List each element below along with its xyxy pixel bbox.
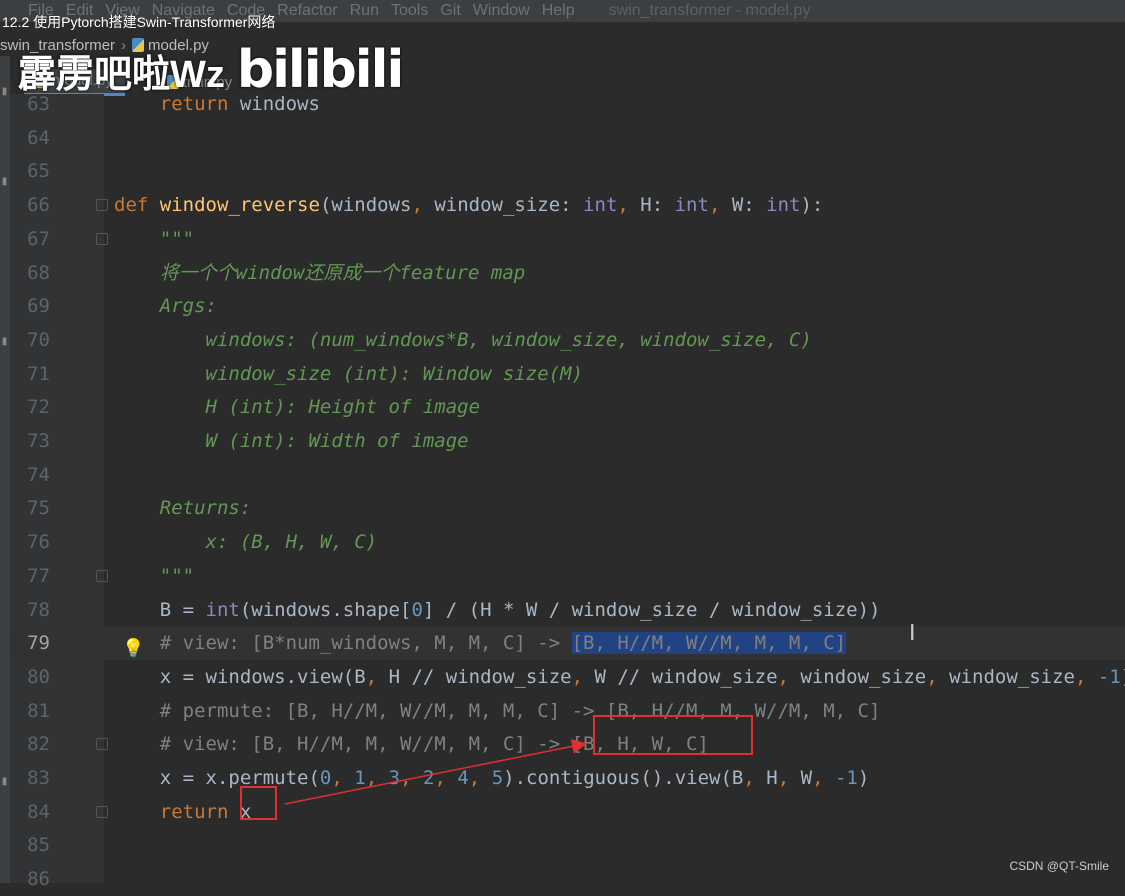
- text-cursor-icon: Ⅰ: [909, 621, 916, 646]
- annotation-arrow: [284, 739, 587, 805]
- csdn-watermark: CSDN @QT-Smile: [1009, 859, 1109, 873]
